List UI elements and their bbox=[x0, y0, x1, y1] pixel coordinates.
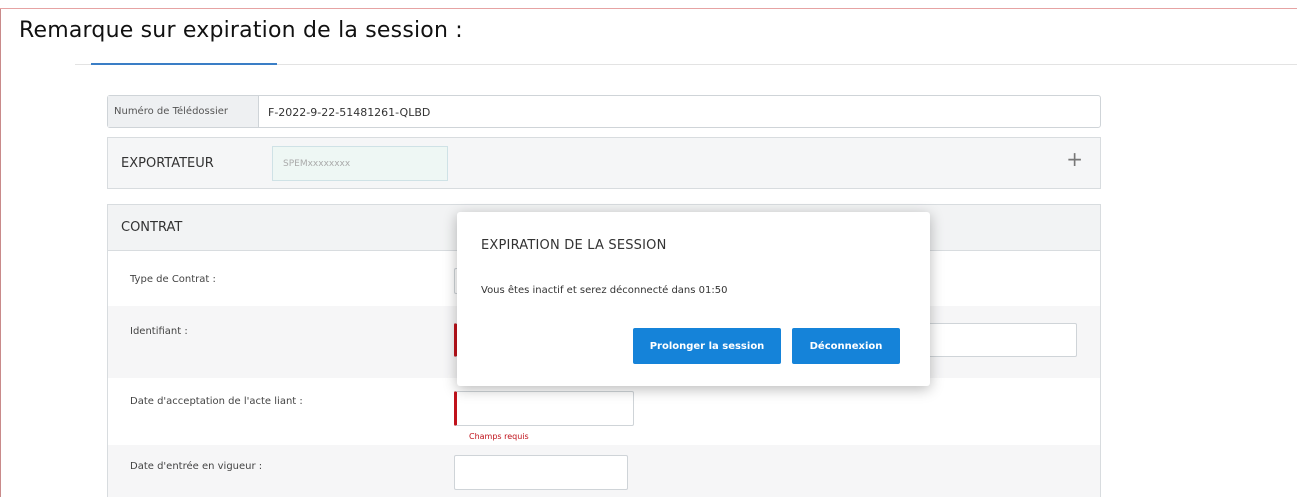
left-border bbox=[0, 9, 1, 497]
contrat-title: CONTRAT bbox=[121, 220, 183, 235]
file-number-label: Numéro de Télédossier bbox=[108, 96, 259, 127]
type-contrat-label: Type de Contrat : bbox=[130, 274, 216, 285]
date-entree-label: Date d'entrée en vigueur : bbox=[130, 461, 263, 472]
file-number-value: F-2022-9-22-51481261-QLBD bbox=[268, 106, 431, 119]
modal-title: EXPIRATION DE LA SESSION bbox=[481, 238, 667, 253]
exportateur-panel: EXPORTATEUR SPEMxxxxxxxx + bbox=[107, 137, 1101, 189]
exportateur-label: EXPORTATEUR bbox=[121, 156, 214, 171]
plus-icon[interactable]: + bbox=[1066, 149, 1083, 169]
extend-session-button[interactable]: Prolonger la session bbox=[633, 328, 781, 364]
session-expiration-modal: EXPIRATION DE LA SESSION Vous êtes inact… bbox=[457, 212, 930, 386]
date-acceptation-label: Date d'acceptation de l'acte liant : bbox=[130, 396, 303, 407]
top-border bbox=[0, 0, 1297, 9]
date-entree-input[interactable] bbox=[454, 455, 628, 490]
identifiant-secondary-input[interactable] bbox=[928, 323, 1077, 357]
date-acceptation-error: Champs requis bbox=[469, 432, 529, 441]
file-number-row: Numéro de Télédossier F-2022-9-22-514812… bbox=[107, 95, 1101, 128]
modal-message: Vous êtes inactif et serez déconnecté da… bbox=[481, 285, 728, 296]
remark-title: Remarque sur expiration de la session : bbox=[19, 18, 463, 43]
active-tab-indicator[interactable] bbox=[91, 63, 277, 65]
date-entree-row: Date d'entrée en vigueur : bbox=[108, 445, 1100, 497]
exportateur-input[interactable]: SPEMxxxxxxxx bbox=[272, 146, 448, 181]
logout-button[interactable]: Déconnexion bbox=[792, 328, 900, 364]
date-acceptation-input[interactable] bbox=[454, 391, 634, 426]
identifiant-label: Identifiant : bbox=[130, 326, 188, 337]
date-acceptation-row: Date d'acceptation de l'acte liant : Cha… bbox=[108, 378, 1100, 445]
